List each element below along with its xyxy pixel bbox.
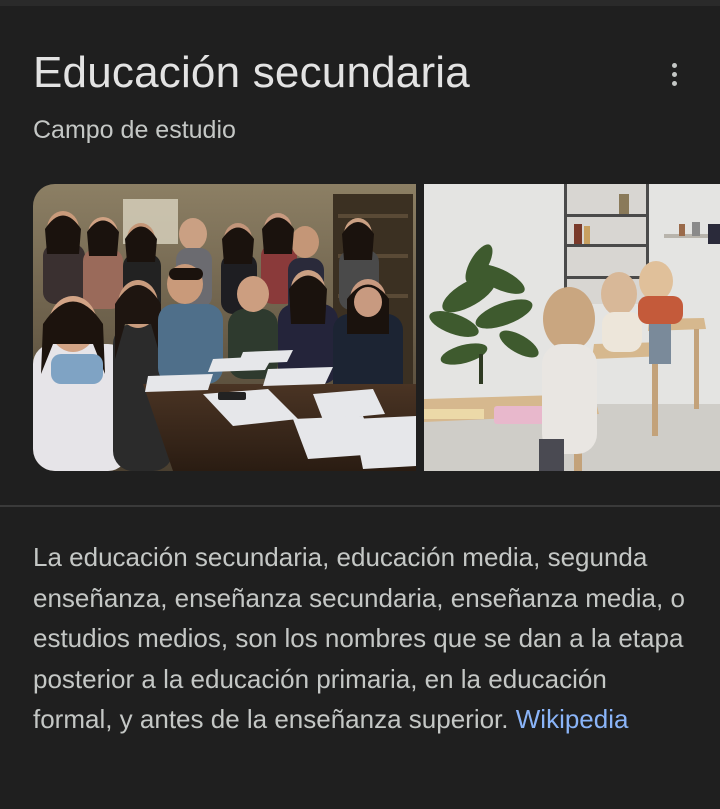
- section-divider: [0, 505, 720, 507]
- image-carousel[interactable]: [33, 184, 720, 471]
- more-vert-icon-dot: [671, 80, 677, 86]
- more-vert-icon: [671, 62, 677, 68]
- students-group-photo[interactable]: [33, 184, 416, 471]
- description-block: La educación secundaria, educación media…: [33, 537, 693, 740]
- more-vert-icon-dot: [671, 71, 677, 77]
- panel-title: Educación secundaria: [33, 48, 470, 97]
- more-options-button[interactable]: [652, 52, 696, 96]
- wikipedia-link[interactable]: Wikipedia: [516, 704, 629, 734]
- classroom-desks-photo[interactable]: [424, 184, 720, 471]
- panel-subtitle: Campo de estudio: [33, 116, 236, 144]
